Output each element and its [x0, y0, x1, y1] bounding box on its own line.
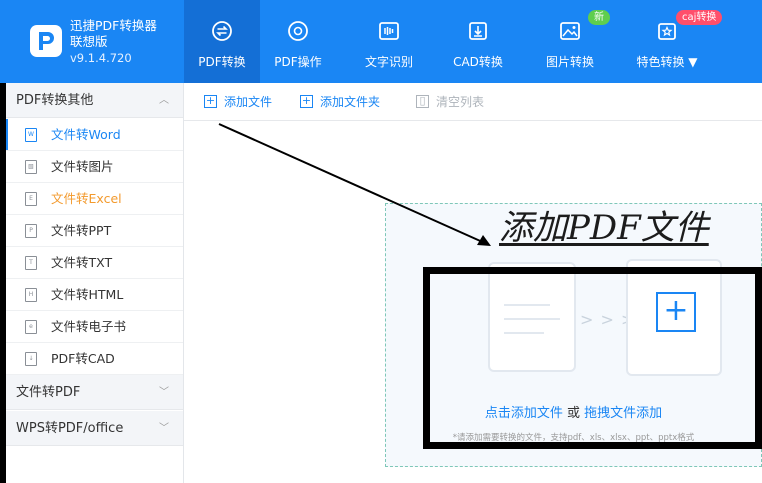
- annotation-title: 添加PDF文件: [499, 208, 709, 248]
- app-window: 迅捷PDF转换器 联想版 v9.1.4.720 PDF转换 PDF操作 文字识别…: [0, 0, 762, 483]
- annotation-box: [423, 267, 762, 449]
